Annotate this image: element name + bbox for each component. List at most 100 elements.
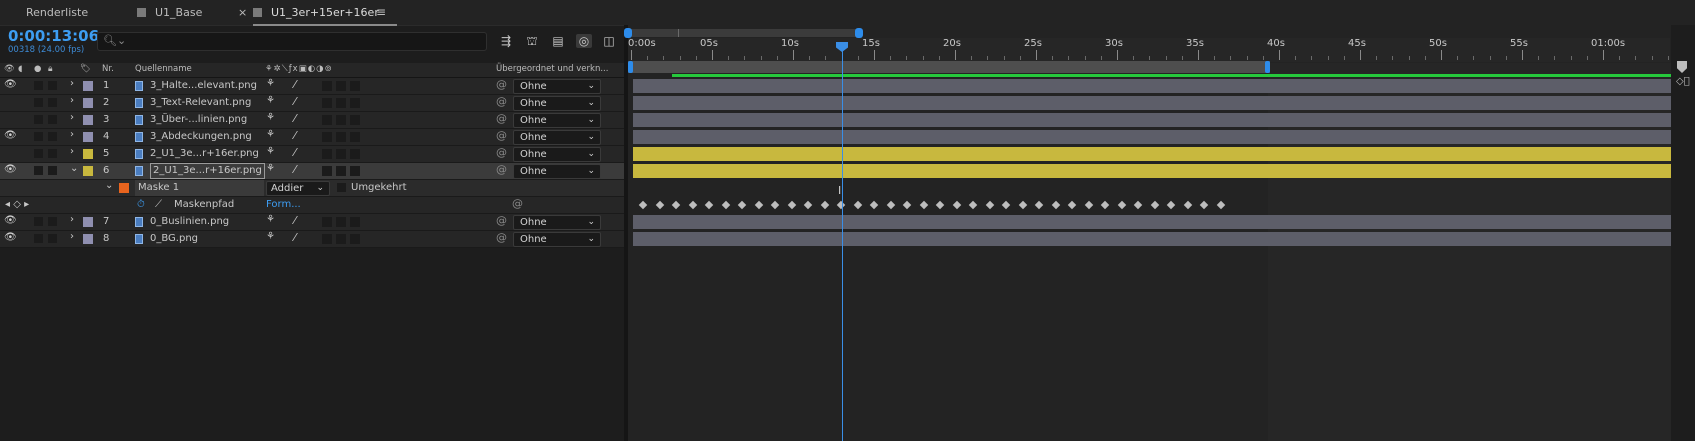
layer-source-name[interactable]: 3_Text-Relevant.png [150,95,251,111]
mask-path-row[interactable]: ◂ ◇ ▸ ⏱︎ ⟋ Maskenpfad Form... @ [0,197,624,214]
switch-box[interactable] [336,217,346,227]
tab-u1-base[interactable]: U1_Base [137,0,202,25]
eye-icon[interactable]: 👁︎ [4,79,17,90]
work-area-start-handle[interactable] [628,61,633,73]
zoom-slider-handle[interactable] [1677,61,1687,73]
solo-toggle[interactable] [34,217,43,226]
solo-toggle[interactable] [34,149,43,158]
tab-close-button[interactable]: × [238,0,247,25]
switch-box[interactable] [336,115,346,125]
eye-icon[interactable]: 👁︎ [4,164,17,175]
work-area-end-handle[interactable] [1265,61,1270,73]
layer-row[interactable]: 👁︎ › 8 0_BG.png ⚘ ⁄ @ Ohne ⌄ [0,231,624,248]
column-nr[interactable]: Nr. [102,64,114,74]
current-time-display[interactable]: 0:00:13:06 [8,27,99,45]
switch-box[interactable] [322,98,332,108]
lock-toggle[interactable] [48,234,57,243]
label-color-swatch[interactable] [83,115,93,125]
frame-blending-icon[interactable]: ▤ [550,34,566,48]
eye-icon[interactable]: 👁︎ [4,130,17,141]
search-input[interactable]: 🔍︎⌄ [97,32,487,51]
layer-source-name[interactable]: 3_Halte...elevant.png [150,78,257,94]
switch-box[interactable] [350,166,360,176]
graph-editor-icon[interactable]: ◫ [601,34,617,48]
lock-toggle[interactable] [48,217,57,226]
shy-switch-icon[interactable]: ⚘ [266,146,275,157]
layer-row[interactable]: › 2 3_Text-Relevant.png ⚘ ⁄ @ Ohne ⌄ [0,95,624,112]
parent-dropdown[interactable]: Ohne ⌄ [513,215,601,230]
switch-box[interactable] [336,81,346,91]
parent-dropdown[interactable]: Ohne ⌄ [513,96,601,111]
pick-whip-icon[interactable]: @ [496,163,507,176]
switch-box[interactable] [322,115,332,125]
layer-row[interactable]: › 3 3_Über-...linien.png ⚘ ⁄ @ Ohne ⌄ [0,112,624,129]
pick-whip-icon[interactable]: @ [496,129,507,142]
layer-row[interactable]: 👁︎ ⌄ 6 2_U1_3e...r+16er.png ⚘ ⁄ @ Ohne ⌄ [0,163,624,180]
pick-whip-icon[interactable]: @ [496,231,507,244]
label-color-swatch[interactable] [83,166,93,176]
motion-blur-icon[interactable]: ◎ [576,34,592,48]
pick-whip-icon[interactable]: @ [496,78,507,91]
layer-duration-bar[interactable] [633,96,1671,110]
switch-box[interactable] [350,132,360,142]
parent-dropdown[interactable]: Ohne ⌄ [513,130,601,145]
shy-switch-icon[interactable]: ⚘ [266,129,275,140]
layer-row[interactable]: 👁︎ › 7 0_Buslinien.png ⚘ ⁄ @ Ohne ⌄ [0,214,624,231]
chevron-down-icon[interactable]: ⌄ [105,180,113,191]
eye-icon[interactable]: 👁︎ [4,232,17,243]
keyframe-navigator-icon[interactable]: ◂ ◇ ▸ [5,197,29,213]
pick-whip-icon[interactable]: @ [512,197,523,210]
shy-layers-icon[interactable]: ⛫ [524,34,540,48]
parent-dropdown[interactable]: Ohne ⌄ [513,147,601,162]
layer-duration-bar[interactable] [633,113,1671,127]
quality-switch-icon[interactable]: ⁄ [294,146,296,159]
solo-toggle[interactable] [34,166,43,175]
chevron-down-icon[interactable]: ⌄ [70,163,78,174]
switch-box[interactable] [336,98,346,108]
label-color-swatch[interactable] [83,81,93,91]
label-color-swatch[interactable] [83,149,93,159]
eye-icon[interactable]: 👁︎ [4,215,17,226]
solo-toggle[interactable] [34,234,43,243]
layer-duration-bar[interactable] [633,232,1671,246]
lock-toggle[interactable] [48,115,57,124]
switch-box[interactable] [336,234,346,244]
layer-duration-bar[interactable] [633,215,1671,229]
pick-whip-icon[interactable]: @ [496,95,507,108]
layer-row[interactable]: › 5 2_U1_3e...r+16er.png ⚘ ⁄ @ Ohne ⌄ [0,146,624,163]
quality-switch-icon[interactable]: ⁄ [294,112,296,125]
switch-box[interactable] [322,149,332,159]
mask-path-value[interactable]: Form... [266,197,301,213]
quality-switch-icon[interactable]: ⁄ [294,78,296,91]
quality-switch-icon[interactable]: ⁄ [294,163,296,176]
switch-box[interactable] [322,217,332,227]
layer-row[interactable]: 👁︎ › 4 3_Abdeckungen.png ⚘ ⁄ @ Ohne ⌄ [0,129,624,146]
shy-switch-icon[interactable]: ⚘ [266,163,275,174]
pick-whip-icon[interactable]: @ [496,214,507,227]
lock-toggle[interactable] [48,149,57,158]
switch-box[interactable] [336,132,346,142]
shy-switch-icon[interactable]: ⚘ [266,112,275,123]
label-color-swatch[interactable] [83,132,93,142]
navigator-end-handle[interactable] [855,28,863,38]
switch-box[interactable] [322,132,332,142]
parent-dropdown[interactable]: Ohne ⌄ [513,232,601,247]
inverted-checkbox[interactable] [337,183,346,192]
switch-box[interactable] [350,234,360,244]
layer-source-name[interactable]: 3_Abdeckungen.png [150,129,252,145]
chevron-right-icon[interactable]: › [70,129,74,140]
layer-source-name[interactable]: 0_BG.png [150,231,198,247]
switch-box[interactable] [350,149,360,159]
shy-switch-icon[interactable]: ⚘ [266,78,275,89]
lock-toggle[interactable] [48,132,57,141]
chevron-right-icon[interactable]: › [70,214,74,225]
lock-toggle[interactable] [48,98,57,107]
pick-whip-icon[interactable]: @ [496,112,507,125]
chevron-right-icon[interactable]: › [70,78,74,89]
shy-switch-icon[interactable]: ⚘ [266,95,275,106]
layer-duration-bar[interactable] [633,147,1671,161]
comp-flowchart-icon[interactable]: ⇶ [498,34,514,48]
lock-toggle[interactable] [48,81,57,90]
chevron-right-icon[interactable]: › [70,112,74,123]
switch-box[interactable] [350,115,360,125]
